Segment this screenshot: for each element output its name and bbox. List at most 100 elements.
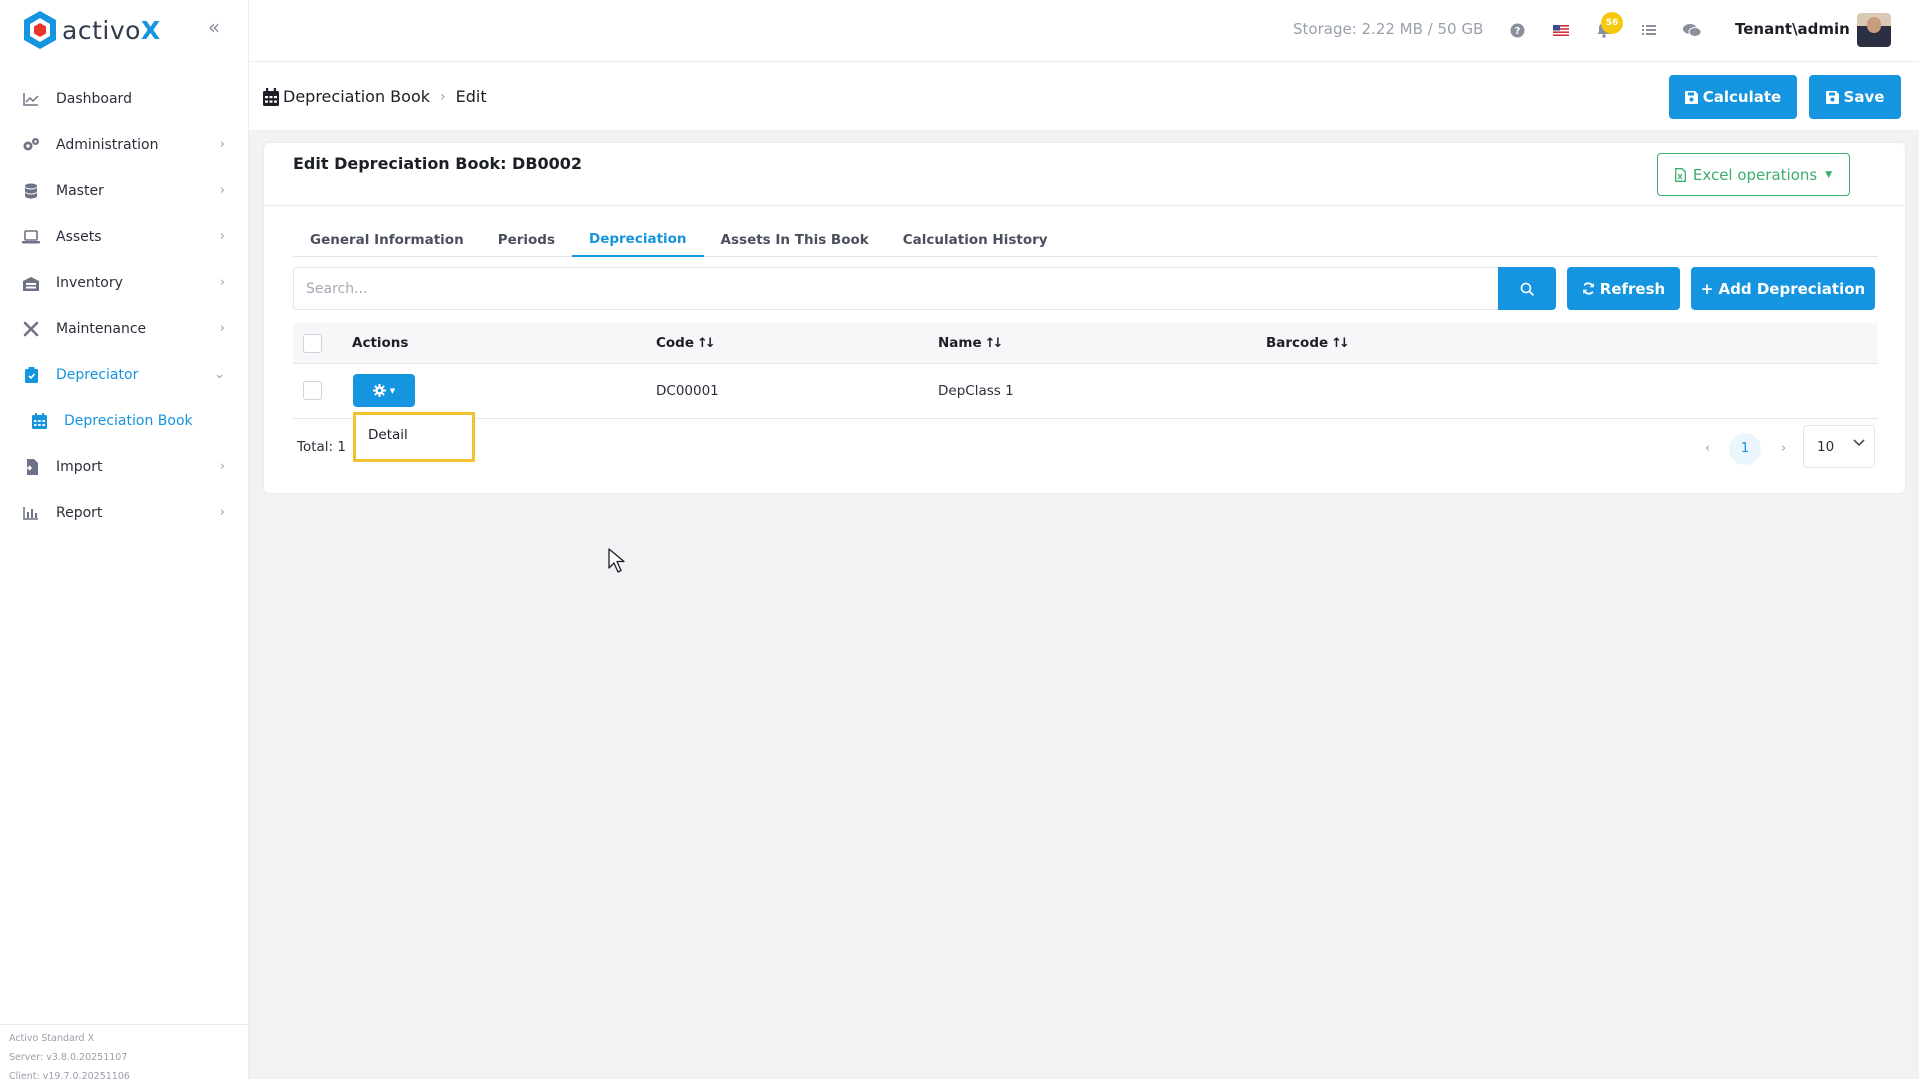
chevron-down-icon: ⌄ [214,367,225,382]
chart-bar-icon [22,504,40,522]
user-name[interactable]: Tenant\admin [1735,20,1850,38]
breadcrumb-parent[interactable]: Depreciation Book [283,87,430,106]
pagination-page[interactable]: 1 [1729,433,1761,465]
sidebar-item-label: Inventory [56,275,123,291]
tab-calculation-history[interactable]: Calculation History [886,222,1065,257]
calendar-icon [32,413,48,429]
cogs-icon [22,136,40,154]
excel-operations-label: Excel operations [1692,165,1818,184]
sidebar-item-master[interactable]: Master › [0,168,249,214]
add-depreciation-button[interactable]: + Add Depreciation [1691,267,1875,310]
sidebar-subitem-label: Depreciation Book [64,413,193,429]
pagination-next-icon[interactable]: › [1781,441,1786,456]
sidebar-item-label: Maintenance [56,321,147,337]
sidebar-item-maintenance[interactable]: Maintenance › [0,306,249,352]
sidebar-item-import[interactable]: Import › [0,444,249,490]
add-depreciation-label: + Add Depreciation [1700,279,1866,298]
chevron-right-icon: › [219,275,225,290]
avatar[interactable] [1857,13,1891,47]
collapse-sidebar-icon[interactable]: « [203,16,225,38]
table-row: ▼ DC00001 DepClass 1 [293,364,1878,419]
save-button-label: Save [1843,88,1885,106]
sidebar-item-inventory[interactable]: Inventory › [0,260,249,306]
help-icon[interactable]: ? [1507,20,1527,40]
client-version: Client: v19.7.0.20251106 [9,1071,130,1079]
column-barcode[interactable]: Barcode ↑↓ [1266,335,1350,351]
chevron-right-icon: › [219,505,225,520]
save-disk-icon [1825,90,1839,104]
row-actions-button[interactable]: ▼ [353,374,415,407]
sort-icon: ↑↓ [984,335,1004,351]
chart-line-icon [22,90,40,108]
sidebar-item-dashboard[interactable]: Dashboard [0,76,249,122]
product-name: Activo Standard X [9,1033,95,1044]
caret-down-icon: ▼ [389,386,396,395]
table-header: Actions Code ↑↓ Name ↑↓ Barcode ↑↓ [293,323,1878,364]
divider [264,205,1907,206]
sidebar-item-label: Master [56,183,104,199]
calculate-button-label: Calculate [1702,88,1782,106]
breadcrumb: Depreciation Book › Edit [263,87,487,106]
sidebar-item-assets[interactable]: Assets › [0,214,249,260]
calendar-icon [263,87,279,106]
excel-operations-button[interactable]: Excel operations ▼ [1657,153,1850,196]
top-header: Storage: 2.22 MB / 50 GB ? 56 Tenant\adm… [249,0,1919,62]
cell-name: DepClass 1 [938,383,1014,399]
file-excel-icon [1674,167,1686,182]
search-button[interactable] [1498,267,1556,310]
page-title: Edit Depreciation Book: DB0002 [293,154,583,173]
gear-icon [372,384,386,397]
search-box [293,267,1502,310]
tasks-list-icon[interactable] [1639,20,1659,40]
sidebar-item-report[interactable]: Report › [0,490,249,536]
tab-assets-in-this-book[interactable]: Assets In This Book [704,222,886,257]
database-icon [22,182,40,200]
sidebar-item-label: Administration [56,137,159,153]
total-count: Total: 1 [297,439,346,455]
chat-icon[interactable] [1682,20,1702,40]
tabs: General Information Periods Depreciation… [293,222,1878,257]
pagination-prev-icon[interactable]: ‹ [1705,441,1710,456]
tab-general-information[interactable]: General Information [293,222,481,257]
sidebar-item-depreciator[interactable]: Depreciator ⌄ [0,352,249,398]
save-disk-icon [1684,90,1698,104]
logo-hexagon-icon [24,11,56,49]
page-header: Depreciation Book › Edit Calculate Save [249,62,1919,130]
menu-item-detail[interactable]: Detail [368,427,408,443]
laptop-icon [22,228,40,246]
refresh-icon [1582,282,1594,295]
chevron-right-icon: › [219,229,225,244]
row-actions-menu: Detail [353,412,475,462]
server-version: Server: v3.8.0.20251107 [9,1052,128,1063]
edit-card: Edit Depreciation Book: DB0002 Excel ope… [263,142,1907,494]
column-name[interactable]: Name ↑↓ [938,335,1004,351]
logo[interactable]: activoX [22,10,161,50]
sidebar-item-label: Assets [56,229,102,245]
refresh-button[interactable]: Refresh [1567,267,1680,310]
storage-usage: Storage: 2.22 MB / 50 GB [1293,20,1484,38]
sidebar: activoX « Dashboard Administration › Mas… [0,0,249,1079]
page-size-value: 10 [1817,438,1835,455]
us-flag-icon[interactable] [1551,20,1571,40]
sort-icon: ↑↓ [697,335,716,351]
sidebar-nav: Dashboard Administration › Master › Asse… [0,76,249,536]
calculate-button[interactable]: Calculate [1669,75,1797,119]
sidebar-item-label: Import [56,459,103,475]
file-import-icon [22,458,40,476]
warehouse-icon [22,274,40,292]
chevron-right-icon: › [219,137,225,152]
search-input[interactable] [294,268,1501,309]
sidebar-item-administration[interactable]: Administration › [0,122,249,168]
column-actions: Actions [352,335,409,351]
save-button[interactable]: Save [1809,75,1901,119]
column-code[interactable]: Code ↑↓ [656,335,716,351]
tab-depreciation[interactable]: Depreciation [572,222,704,257]
sidebar-item-label: Dashboard [56,91,132,107]
chevron-right-icon: › [219,459,225,474]
select-all-checkbox[interactable] [303,334,322,353]
page-size-select[interactable]: 10 [1803,425,1875,468]
sidebar-subitem-depreciation-book[interactable]: Depreciation Book [0,398,249,444]
sidebar-item-label: Depreciator [56,367,139,383]
row-checkbox[interactable] [303,381,322,400]
tab-periods[interactable]: Periods [481,222,572,257]
